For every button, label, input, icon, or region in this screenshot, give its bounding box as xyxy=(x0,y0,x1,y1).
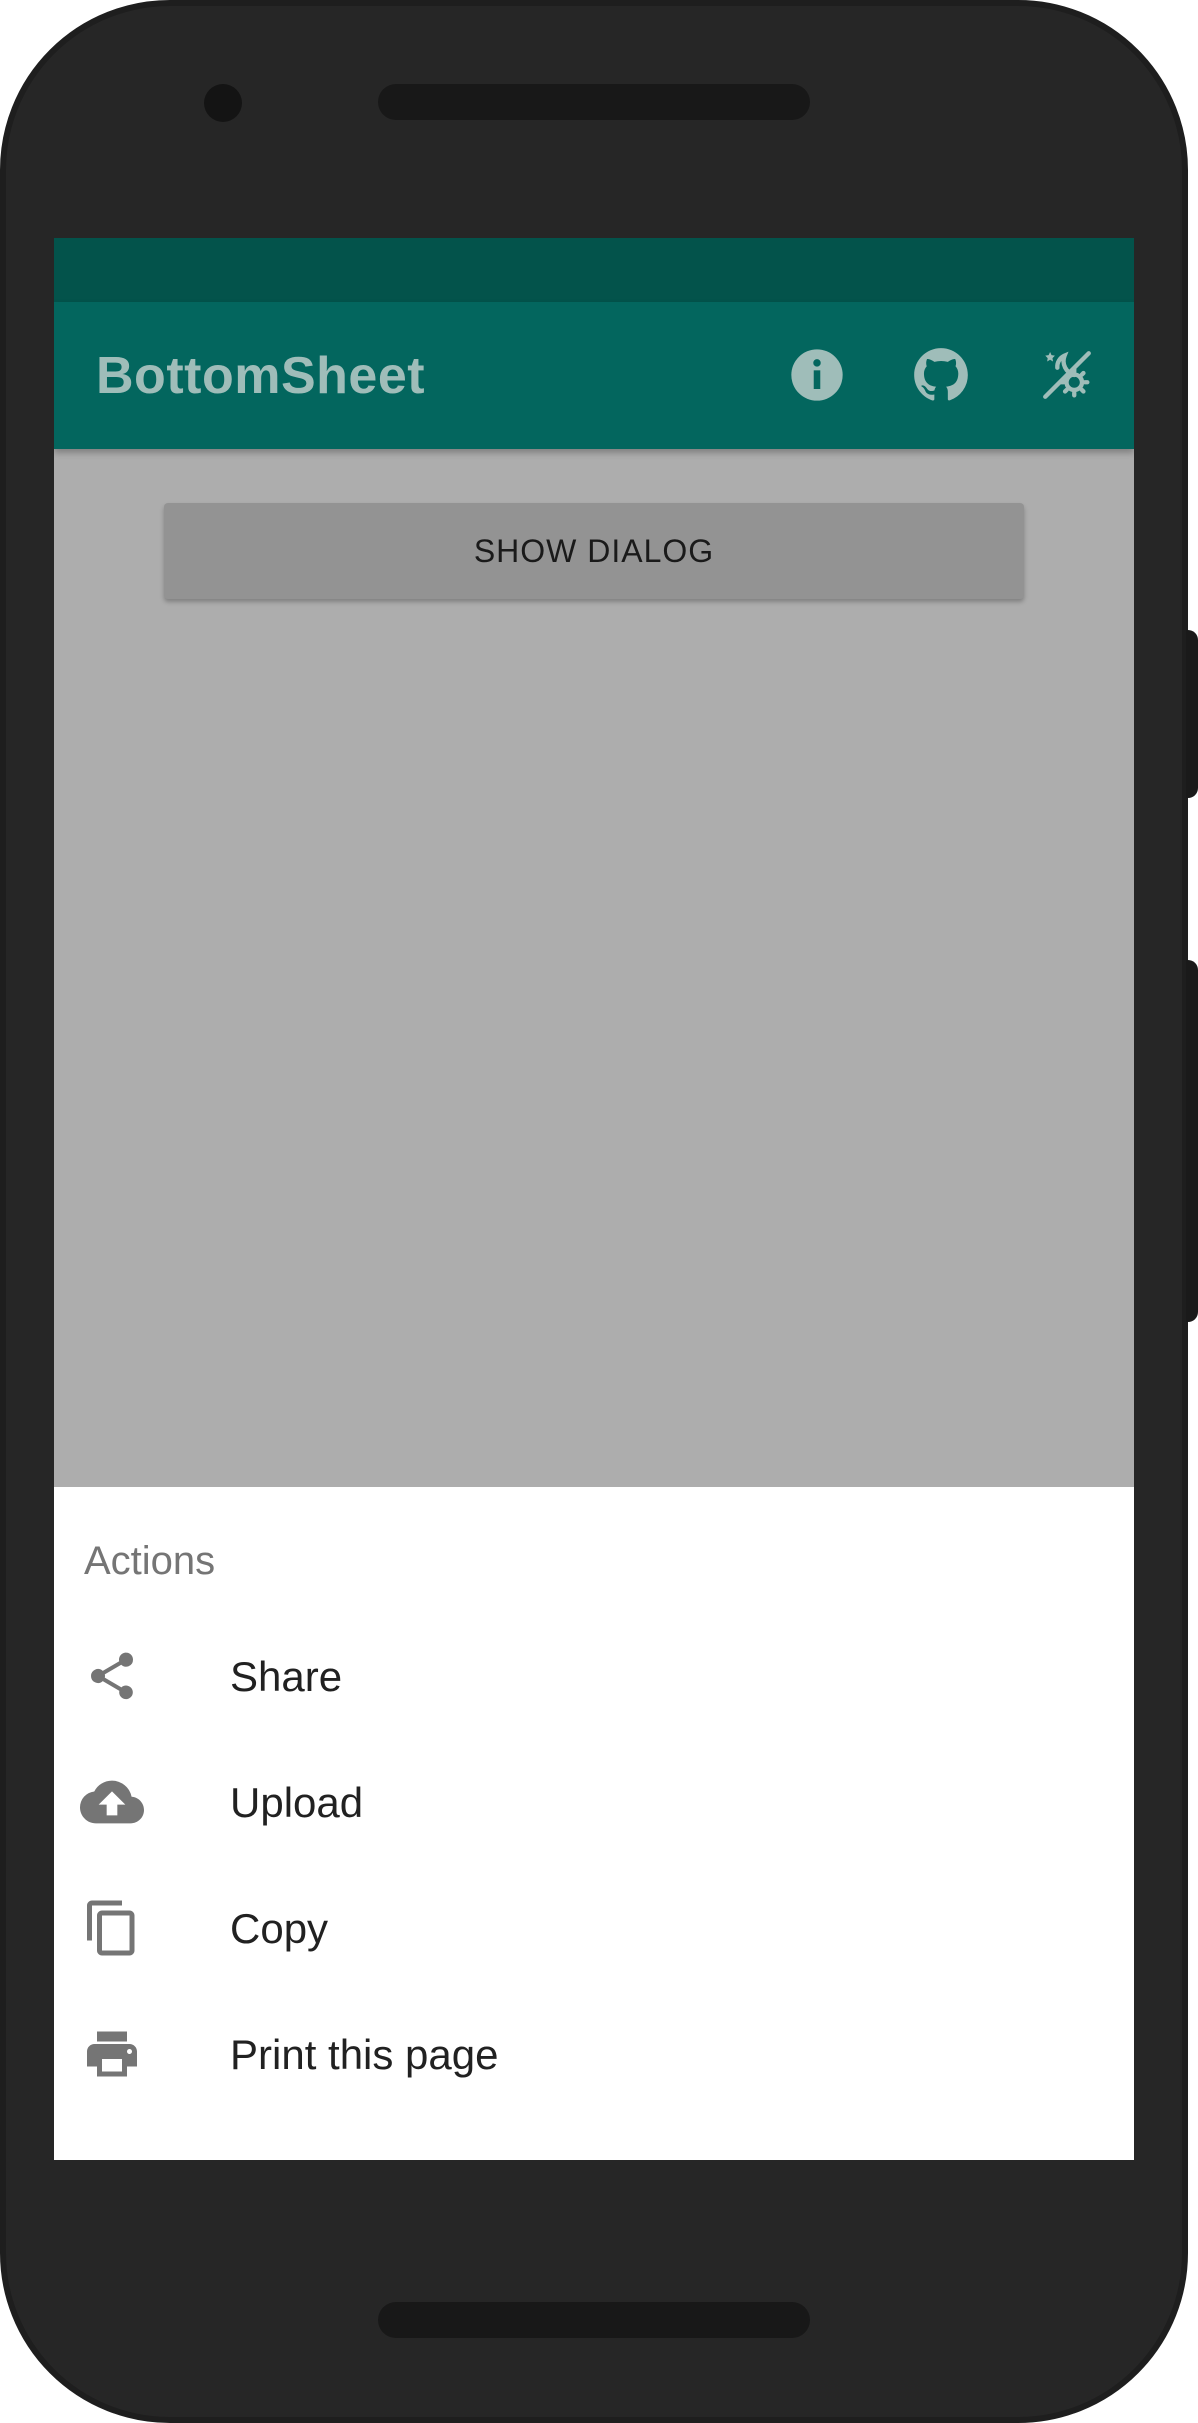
sheet-item-share[interactable]: Share xyxy=(54,1613,1134,1739)
github-icon[interactable] xyxy=(910,344,972,406)
sheet-item-print[interactable]: Print this page xyxy=(54,1991,1134,2117)
bottom-speaker xyxy=(378,2302,810,2338)
sheet-item-label: Print this page xyxy=(230,2031,499,2078)
share-icon xyxy=(80,1644,144,1708)
top-speaker xyxy=(378,84,810,120)
sheet-item-upload[interactable]: Upload xyxy=(54,1739,1134,1865)
status-bar xyxy=(54,238,1134,302)
screen: BottomSheet SHOW DIALOG Actions Share Up… xyxy=(54,238,1134,2160)
print-icon xyxy=(80,2022,144,2086)
sheet-item-label: Upload xyxy=(230,1779,364,1826)
cloud-upload-icon xyxy=(80,1770,144,1834)
theme-toggle-icon[interactable] xyxy=(1036,344,1098,406)
sheet-item-label: Copy xyxy=(230,1905,329,1952)
app-title: BottomSheet xyxy=(96,347,426,405)
info-icon[interactable] xyxy=(786,344,848,406)
volume-button xyxy=(1186,630,1198,798)
power-button xyxy=(1186,960,1198,1322)
show-dialog-button[interactable]: SHOW DIALOG xyxy=(164,503,1024,599)
sheet-item-label: Share xyxy=(230,1653,343,1700)
sheet-item-copy[interactable]: Copy xyxy=(54,1865,1134,1991)
front-camera xyxy=(204,84,242,122)
app-bar: BottomSheet xyxy=(54,302,1134,449)
copy-icon xyxy=(80,1896,144,1960)
bottom-sheet: Actions Share Upload Copy Print this pag… xyxy=(54,1487,1134,2160)
sheet-title: Actions xyxy=(84,1539,216,1583)
